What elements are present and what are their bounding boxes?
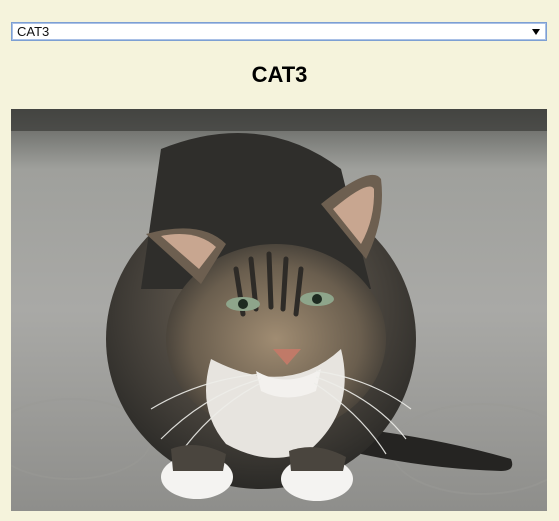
dropdown-arrow-icon [529,23,543,40]
cat-select-dropdown[interactable]: CAT3 [11,22,547,41]
page-title: CAT3 [251,62,308,87]
cat-photo [11,109,547,511]
dropdown-selected-value: CAT3 [17,24,50,39]
